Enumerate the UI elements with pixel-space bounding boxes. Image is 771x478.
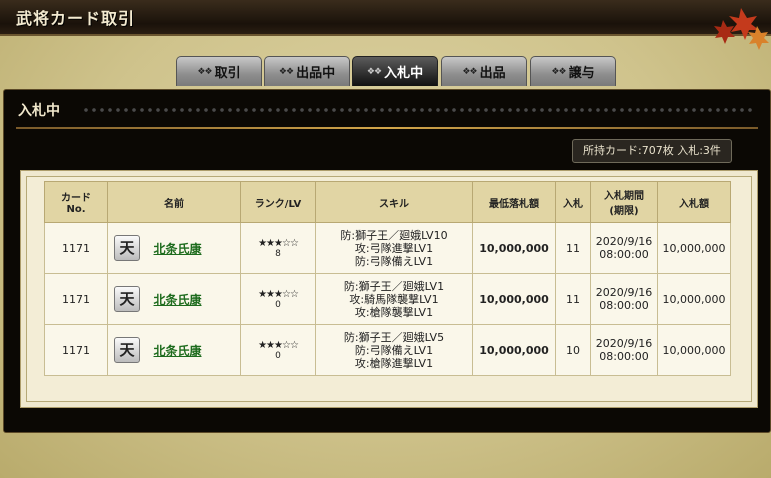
level-value: 0 — [275, 350, 281, 361]
bid-amount: 10,000,000 — [657, 222, 731, 274]
page-title: 武将カード取引 — [16, 9, 136, 28]
heading-dots-decoration — [82, 106, 752, 114]
tab-dots-icon: ❖❖ — [366, 66, 382, 77]
tab-label: 出品中 — [296, 66, 336, 81]
period-cell: 2020/9/16 08:00:00 — [590, 222, 658, 274]
col-period-label: 入札期間 — [604, 191, 644, 202]
rank-stars: ★★★☆☆ — [258, 288, 299, 300]
rank-cell: ★★★☆☆ 8 — [240, 222, 316, 274]
rank-stars: ★★★☆☆ — [258, 339, 299, 351]
period-date: 2020/9/16 — [595, 337, 653, 350]
period-date: 2020/9/16 — [595, 286, 653, 299]
period-time: 08:00:00 — [599, 350, 649, 363]
general-name-link[interactable]: 北条氏康 — [154, 242, 202, 256]
general-name-link[interactable]: 北条氏康 — [154, 293, 202, 307]
level-value: 0 — [275, 299, 281, 310]
col-period-sublabel: (期限) — [609, 206, 639, 217]
status-summary: 所持カード:707枚 入札:3件 — [572, 139, 732, 163]
tab-dots-icon: ❖❖ — [462, 66, 477, 77]
skill-3: 攻:槍隊進撃LV1 — [354, 356, 434, 370]
tab-trade[interactable]: ❖❖ 取引 — [176, 56, 262, 86]
col-bid-amount: 入札額 — [657, 181, 731, 223]
tab-dots-icon: ❖❖ — [278, 66, 294, 77]
name-cell: 天 北条氏康 — [107, 222, 241, 274]
skill-1: 防:獅子王／廻娥LV1 — [343, 279, 445, 293]
col-card-no: カード No. — [44, 181, 108, 223]
col-period: 入札期間 (期限) — [590, 181, 658, 223]
tab-label: 取引 — [214, 66, 241, 81]
min-bid: 10,000,000 — [472, 324, 556, 376]
skill-cell: 防:獅子王／廻娥LV1 攻:騎馬隊襲撃LV1 攻:槍隊襲撃LV1 — [315, 273, 473, 325]
table-row: 1171 天 北条氏康 ★★★☆☆ 0 防:獅子王／廻娥LV5 防:弓隊備えLV… — [44, 324, 731, 376]
card-rarity-icon: 天 — [114, 286, 140, 312]
col-skill: スキル — [315, 181, 473, 223]
tab-transfer[interactable]: ❖❖ 譲与 — [530, 56, 616, 86]
tab-label: 出品 — [479, 66, 506, 81]
bid-count: 11 — [555, 273, 591, 325]
skill-3: 攻:槍隊襲撃LV1 — [354, 305, 434, 319]
period-time: 08:00:00 — [599, 299, 649, 312]
period-date: 2020/9/16 — [595, 235, 653, 248]
bid-count: 11 — [555, 222, 591, 274]
level-value: 8 — [275, 248, 281, 259]
col-card-no-sublabel: No. — [66, 204, 86, 215]
title-bar: 武将カード取引 — [0, 0, 771, 36]
period-cell: 2020/9/16 08:00:00 — [590, 324, 658, 376]
skill-2: 防:弓隊備えLV1 — [354, 343, 434, 357]
card-no: 1171 — [44, 324, 108, 376]
col-min-bid: 最低落札額 — [472, 181, 556, 223]
skill-cell: 防:獅子王／廻娥LV10 攻:弓隊進撃LV1 防:弓隊備えLV1 — [315, 222, 473, 274]
skill-1: 防:獅子王／廻娥LV10 — [340, 228, 448, 242]
bid-amount: 10,000,000 — [657, 273, 731, 325]
table-frame: カード No. 名前 ランク/LV スキル 最低落札額 入札 入札期間 (期限)… — [20, 170, 758, 408]
rank-cell: ★★★☆☆ 0 — [240, 324, 316, 376]
skill-2: 攻:弓隊進撃LV1 — [354, 241, 434, 255]
skill-3: 防:弓隊備えLV1 — [354, 254, 434, 268]
tab-sell[interactable]: ❖❖ 出品 — [441, 56, 527, 86]
tab-bidding[interactable]: ❖❖ 入札中 — [352, 56, 438, 86]
tab-dots-icon: ❖❖ — [551, 66, 566, 77]
period-time: 08:00:00 — [599, 248, 649, 261]
col-card-no-label: カード — [61, 193, 91, 204]
maple-leaves-decoration — [714, 8, 769, 50]
tab-dots-icon: ❖❖ — [197, 66, 212, 77]
card-no: 1171 — [44, 273, 108, 325]
card-rarity-icon: 天 — [114, 235, 140, 261]
name-cell: 天 北条氏康 — [107, 273, 241, 325]
period-cell: 2020/9/16 08:00:00 — [590, 273, 658, 325]
card-rarity-icon: 天 — [114, 337, 140, 363]
tab-label: 入札中 — [384, 66, 424, 81]
name-cell: 天 北条氏康 — [107, 324, 241, 376]
panel-heading: 入札中 — [18, 103, 60, 119]
skill-2: 攻:騎馬隊襲撃LV1 — [349, 292, 439, 306]
general-name-link[interactable]: 北条氏康 — [154, 344, 202, 358]
skill-1: 防:獅子王／廻娥LV5 — [343, 330, 445, 344]
col-name: 名前 — [107, 181, 241, 223]
bidding-panel: 入札中 所持カード:707枚 入札:3件 カード No. 名前 ランク/LV ス… — [3, 89, 771, 433]
bid-amount: 10,000,000 — [657, 324, 731, 376]
table-row: 1171 天 北条氏康 ★★★☆☆ 8 防:獅子王／廻娥LV10 攻:弓隊進撃L… — [44, 222, 731, 274]
bid-count: 10 — [555, 324, 591, 376]
col-bids: 入札 — [555, 181, 591, 223]
tab-label: 譲与 — [568, 66, 595, 81]
card-no: 1171 — [44, 222, 108, 274]
skill-cell: 防:獅子王／廻娥LV5 防:弓隊備えLV1 攻:槍隊進撃LV1 — [315, 324, 473, 376]
table-header-row: カード No. 名前 ランク/LV スキル 最低落札額 入札 入札期間 (期限)… — [44, 181, 731, 223]
bids-table: カード No. 名前 ランク/LV スキル 最低落札額 入札 入札期間 (期限)… — [44, 181, 731, 376]
min-bid: 10,000,000 — [472, 222, 556, 274]
rank-cell: ★★★☆☆ 0 — [240, 273, 316, 325]
heading-divider — [16, 127, 758, 129]
min-bid: 10,000,000 — [472, 273, 556, 325]
rank-stars: ★★★☆☆ — [258, 237, 299, 249]
table-row: 1171 天 北条氏康 ★★★☆☆ 0 防:獅子王／廻娥LV1 攻:騎馬隊襲撃L… — [44, 273, 731, 325]
col-rank: ランク/LV — [240, 181, 316, 223]
tab-listing[interactable]: ❖❖ 出品中 — [264, 56, 350, 86]
